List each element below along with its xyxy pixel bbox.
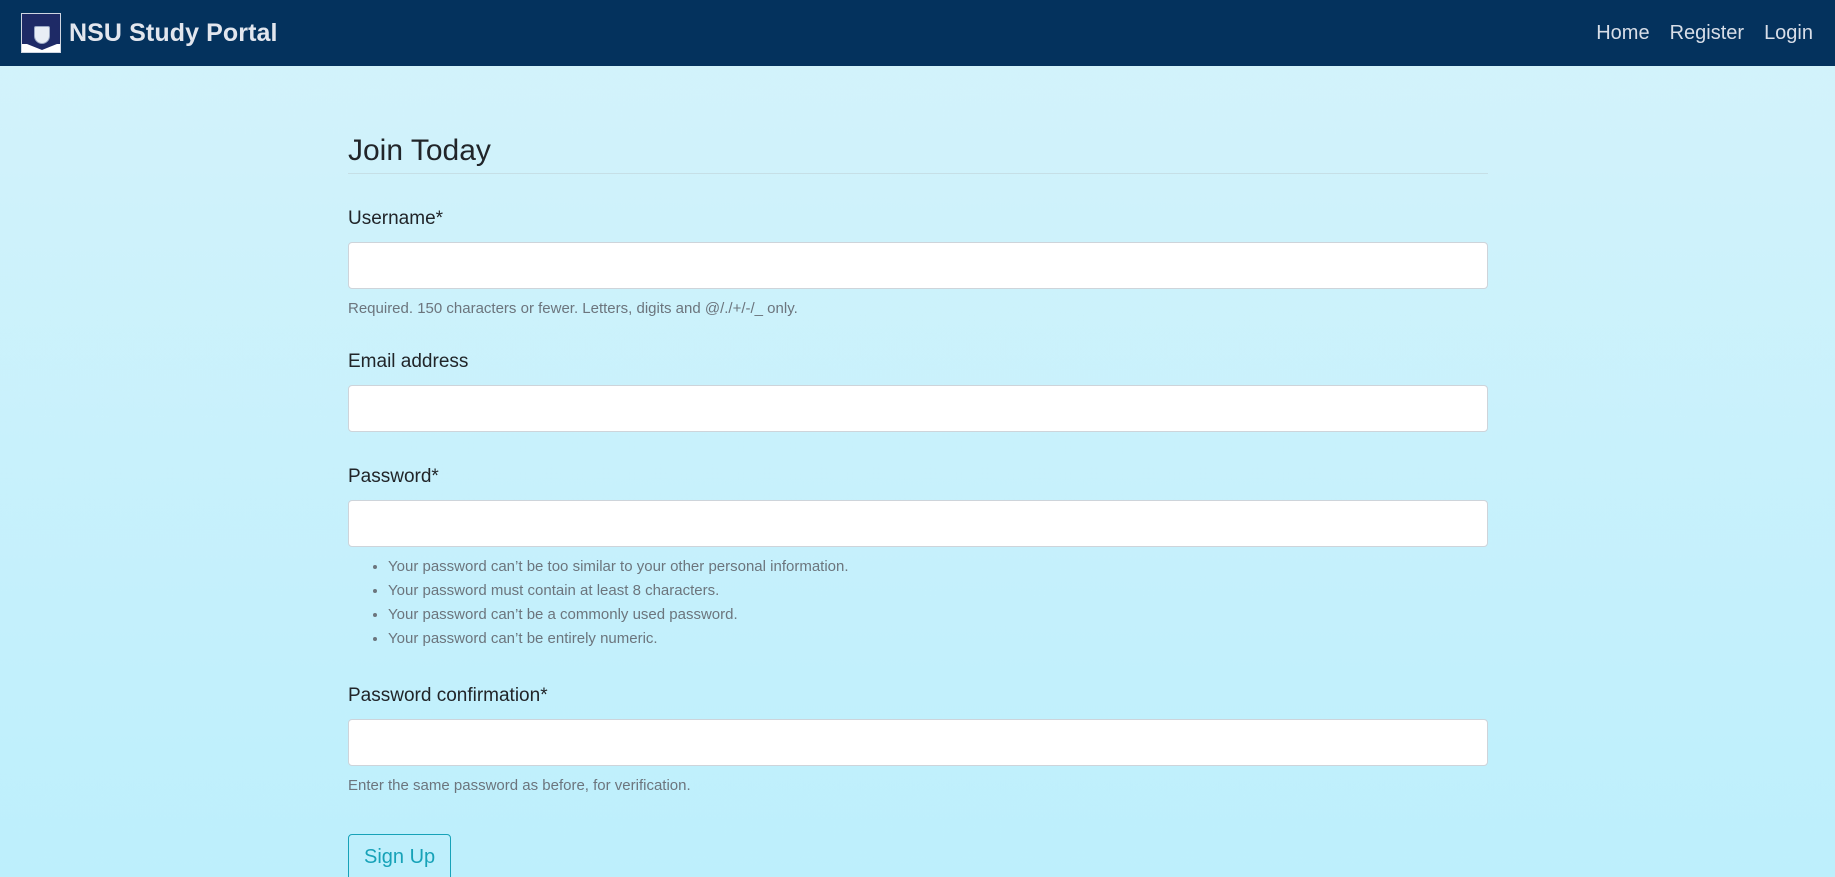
password-label: Password* xyxy=(348,466,439,487)
nav-link-home[interactable]: Home xyxy=(1596,22,1649,45)
password-rule: Your password can’t be a commonly used p… xyxy=(388,603,1488,627)
nav-link-login[interactable]: Login xyxy=(1764,22,1813,45)
password-confirmation-label: Password confirmation* xyxy=(348,685,548,706)
nav-link-register[interactable]: Register xyxy=(1670,22,1744,45)
brand[interactable]: NSU Study Portal xyxy=(21,13,278,53)
email-label: Email address xyxy=(348,351,469,372)
password-rule: Your password can’t be entirely numeric. xyxy=(388,627,1488,651)
email-input[interactable] xyxy=(348,385,1488,432)
top-navbar: NSU Study Portal Home Register Login xyxy=(0,0,1835,66)
password-input[interactable] xyxy=(348,500,1488,547)
password-confirmation-help-text: Enter the same password as before, for v… xyxy=(348,777,691,794)
sign-up-button[interactable]: Sign Up xyxy=(348,834,452,877)
password-rule: Your password can’t be too similar to yo… xyxy=(388,555,1488,579)
username-help-text: Required. 150 characters or fewer. Lette… xyxy=(348,300,798,317)
username-label: Username* xyxy=(348,208,444,229)
brand-title[interactable]: NSU Study Portal xyxy=(69,19,278,48)
nsu-logo-icon xyxy=(21,13,61,53)
nav-links: Home Register Login xyxy=(1596,22,1813,45)
password-confirmation-input[interactable] xyxy=(348,719,1488,766)
signup-form-container: Join Today Username* Required. 150 chara… xyxy=(348,66,1488,877)
password-rules-list: Your password can’t be too similar to yo… xyxy=(348,555,1488,651)
password-rule: Your password must contain at least 8 ch… xyxy=(388,579,1488,603)
username-input[interactable] xyxy=(348,242,1488,289)
page-title: Join Today xyxy=(348,134,1488,174)
